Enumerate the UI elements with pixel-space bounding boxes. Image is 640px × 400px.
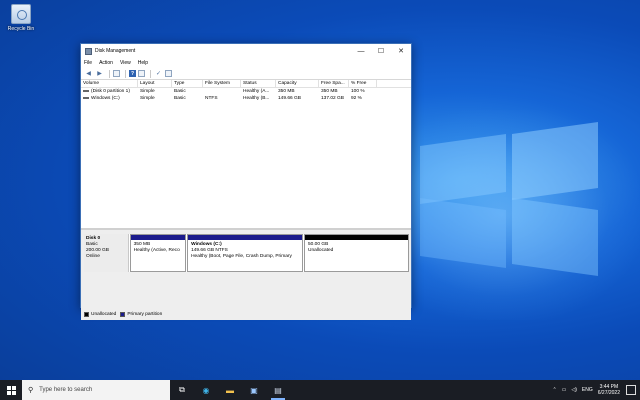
- title-bar[interactable]: Disk Management — ☐ ✕: [81, 44, 411, 58]
- volume-icon: [83, 89, 89, 92]
- checkmark-icon[interactable]: ✓: [154, 70, 163, 78]
- windows-logo-icon: [6, 385, 16, 395]
- percent-free-cell: 92 %: [351, 96, 362, 101]
- search-icon: ⚲: [28, 387, 34, 394]
- recycle-bin-label: Recycle Bin: [7, 26, 35, 32]
- close-button[interactable]: ✕: [391, 44, 411, 58]
- search-placeholder: Type here to search: [39, 387, 93, 393]
- legend-unallocated: Unallocated: [84, 312, 116, 317]
- view-icon[interactable]: [165, 70, 172, 77]
- volume-cell: Windows (C:): [81, 95, 138, 102]
- chevron-up-icon[interactable]: ⌃: [552, 387, 556, 393]
- status-cell: Healthy (B...: [243, 96, 270, 101]
- disk-map-pane: Disk 0 Basic 200.00 GB Online 350 MB Hea…: [81, 230, 411, 320]
- properties-icon[interactable]: [138, 70, 145, 77]
- disk-status: Online: [86, 254, 100, 259]
- free-space-cell: 350 MB: [321, 89, 338, 94]
- recycle-bin-icon: [11, 4, 31, 24]
- toolbar-separator: [125, 69, 126, 78]
- store-icon[interactable]: ▣: [242, 380, 266, 400]
- partition-windows-c[interactable]: Windows (C:) 149.66 GB NTFS Healthy (Boo…: [187, 234, 303, 272]
- wallpaper-pane: [512, 197, 598, 277]
- network-icon[interactable]: ▭: [562, 387, 567, 393]
- help-icon[interactable]: ?: [129, 70, 136, 77]
- window-title: Disk Management: [95, 48, 136, 54]
- legend-primary: Primary partition: [120, 312, 162, 317]
- menu-action[interactable]: Action: [99, 60, 113, 66]
- recycle-bin-shortcut[interactable]: Recycle Bin: [4, 4, 38, 32]
- wallpaper-pane: [420, 197, 506, 269]
- partition-unallocated[interactable]: 50.00 GB Unallocated: [304, 234, 409, 272]
- partition-legend: Unallocated Primary partition: [84, 312, 166, 317]
- column-header-type[interactable]: Type: [172, 80, 203, 87]
- notification-icon[interactable]: [626, 385, 636, 395]
- partition-status: Unallocated: [308, 248, 334, 253]
- pane-splitter[interactable]: [81, 190, 411, 230]
- volume-list-header: Volume Layout Type File System Status Ca…: [81, 80, 411, 88]
- table-row[interactable]: (Disk 0 partition 1) Simple Basic Health…: [81, 88, 411, 95]
- file-system-cell: NTFS: [205, 96, 218, 101]
- toolbar-separator: [150, 69, 151, 78]
- layout-cell: Simple: [140, 96, 155, 101]
- column-header-free-space[interactable]: Free Spa...: [319, 80, 349, 87]
- wallpaper-pane: [420, 133, 506, 205]
- menu-help[interactable]: Help: [138, 60, 148, 66]
- clock-date: 6/27/2022: [597, 390, 620, 396]
- column-header-status[interactable]: Status: [241, 80, 276, 87]
- volume-name: (Disk 0 partition 1): [91, 89, 130, 94]
- edge-browser-icon[interactable]: ◉: [194, 380, 218, 400]
- search-box[interactable]: ⚲ Type here to search: [22, 380, 170, 400]
- toolbar-separator: [109, 69, 110, 78]
- disk-info[interactable]: Disk 0 Basic 200.00 GB Online: [84, 234, 129, 272]
- wallpaper-pane: [512, 121, 598, 201]
- table-row[interactable]: Windows (C:) Simple Basic NTFS Healthy (…: [81, 95, 411, 102]
- legend-label: Unallocated: [91, 312, 117, 317]
- partition-recovery[interactable]: 350 MB Healthy (Active, Reco: [129, 234, 187, 272]
- maximize-button[interactable]: ☐: [371, 44, 391, 58]
- system-tray: ⌃ ▭ ◁) ENG 3:44 PM 6/27/2022: [552, 380, 640, 400]
- forward-arrow-icon[interactable]: ▶: [95, 70, 104, 78]
- column-header-volume[interactable]: Volume: [81, 80, 138, 87]
- partition-status: Healthy (Active, Reco: [133, 248, 180, 253]
- volume-cell: (Disk 0 partition 1): [81, 88, 138, 95]
- volume-icon: [83, 96, 89, 99]
- minimize-button[interactable]: —: [351, 44, 371, 58]
- partition-status: Healthy (Boot, Page File, Crash Dump, Pr…: [191, 254, 292, 259]
- back-arrow-icon[interactable]: ◀: [84, 70, 93, 78]
- primary-swatch: [120, 312, 126, 317]
- console-tree-icon[interactable]: [113, 70, 120, 77]
- volume-list: Volume Layout Type File System Status Ca…: [81, 80, 411, 190]
- taskbar: ⚲ Type here to search ⧉ ◉ ▬ ▣ ▤ ⌃ ▭ ◁) E…: [0, 380, 640, 400]
- column-header-capacity[interactable]: Capacity: [276, 80, 319, 87]
- column-header-layout[interactable]: Layout: [138, 80, 172, 87]
- free-space-cell: 137.02 GB: [321, 96, 344, 101]
- file-system-cell: [203, 88, 241, 95]
- disk-management-icon: [85, 47, 92, 55]
- file-explorer-icon[interactable]: ▬: [218, 380, 242, 400]
- volume-icon[interactable]: ◁): [571, 387, 577, 393]
- capacity-cell: 350 MB: [278, 89, 295, 94]
- task-view-icon[interactable]: ⧉: [170, 380, 194, 400]
- capacity-cell: 149.66 GB: [278, 96, 301, 101]
- column-header-file-system[interactable]: File System: [203, 80, 241, 87]
- menu-bar: File Action View Help: [81, 58, 411, 68]
- type-cell: Basic: [174, 96, 186, 101]
- legend-label: Primary partition: [127, 312, 163, 317]
- percent-free-cell: 100 %: [351, 89, 365, 94]
- status-cell: Healthy (A...: [243, 89, 270, 94]
- disk-management-window: Disk Management — ☐ ✕ File Action View H…: [80, 43, 412, 320]
- disk-management-taskbar-icon[interactable]: ▤: [266, 380, 290, 400]
- layout-cell: Simple: [140, 89, 155, 94]
- menu-file[interactable]: File: [84, 60, 92, 66]
- clock[interactable]: 3:44 PM 6/27/2022: [598, 384, 620, 396]
- start-button[interactable]: [0, 380, 22, 400]
- type-cell: Basic: [174, 89, 186, 94]
- language-indicator[interactable]: ENG: [582, 387, 593, 393]
- menu-view[interactable]: View: [120, 60, 131, 66]
- column-header-percent-free[interactable]: % Free: [349, 80, 377, 87]
- unallocated-swatch: [84, 312, 89, 317]
- disk-row[interactable]: Disk 0 Basic 200.00 GB Online 350 MB Hea…: [84, 234, 409, 272]
- volume-name: Windows (C:): [91, 96, 120, 101]
- toolbar: ◀ ▶ ? ✓: [81, 68, 411, 80]
